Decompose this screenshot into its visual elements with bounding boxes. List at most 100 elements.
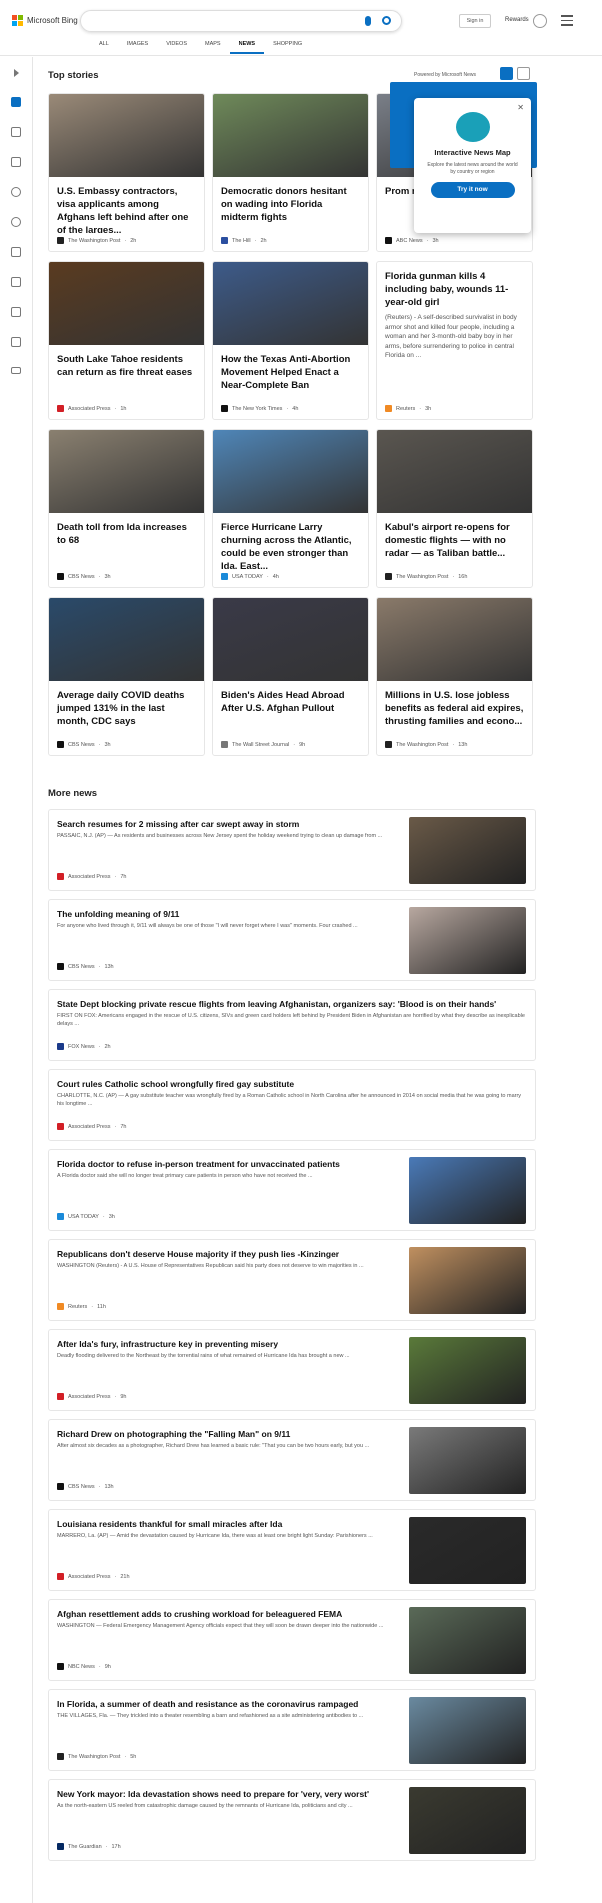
close-icon[interactable]: ✕ xyxy=(517,103,524,112)
globe-icon[interactable] xyxy=(11,217,21,227)
news-image[interactable] xyxy=(409,1337,526,1404)
tab-news[interactable]: NEWS xyxy=(229,40,265,54)
search-input[interactable] xyxy=(80,10,402,32)
news-source: Reuters · 11h xyxy=(57,1303,106,1310)
news-title[interactable]: Court rules Catholic school wrongfully f… xyxy=(57,1079,527,1089)
expand-icon[interactable] xyxy=(14,69,19,77)
news-item[interactable]: Court rules Catholic school wrongfully f… xyxy=(48,1069,536,1141)
story-card[interactable]: Kabul's airport re-opens for domestic fl… xyxy=(376,429,533,588)
news-title[interactable]: State Dept blocking private rescue fligh… xyxy=(57,999,527,1009)
interactive-map-popup: ✕ Interactive News Map Explore the lates… xyxy=(414,98,531,233)
flag-icon[interactable] xyxy=(11,157,21,167)
story-card[interactable]: Average daily COVID deaths jumped 131% i… xyxy=(48,597,205,756)
story-title[interactable]: Democratic donors hesitant on wading int… xyxy=(213,177,368,233)
news-item[interactable]: Louisiana residents thankful for small m… xyxy=(48,1509,536,1591)
news-item[interactable]: Afghan resettlement adds to crushing wor… xyxy=(48,1599,536,1681)
news-image[interactable] xyxy=(409,1247,526,1314)
try-it-now-button[interactable]: Try it now xyxy=(430,182,515,198)
story-card[interactable]: Death toll from Ida increases to 68 CBS N… xyxy=(48,429,205,588)
news-title[interactable]: The unfolding meaning of 9/11 xyxy=(57,909,402,919)
news-title[interactable]: After Ida's fury, infrastructure key in … xyxy=(57,1339,402,1349)
tab-all[interactable]: ALL xyxy=(90,40,118,54)
news-title[interactable]: Richard Drew on photographing the "Falli… xyxy=(57,1429,402,1439)
story-title[interactable]: Biden's Aides Head Abroad After U.S. Afg… xyxy=(213,681,368,737)
story-title[interactable]: Average daily COVID deaths jumped 131% i… xyxy=(49,681,204,737)
news-source: The Guardian · 17h xyxy=(57,1843,121,1850)
story-card[interactable]: Millions in U.S. lose jobless benefits a… xyxy=(376,597,533,756)
story-title[interactable]: Fierce Hurricane Larry churning across t… xyxy=(213,513,368,569)
location-icon[interactable] xyxy=(11,187,21,197)
bank-icon[interactable] xyxy=(11,337,21,347)
hamburger-menu-icon[interactable] xyxy=(561,15,573,29)
story-source: The Hill · 2h xyxy=(221,237,267,244)
news-image[interactable] xyxy=(409,1697,526,1764)
news-snippet: After almost six decades as a photograph… xyxy=(57,1443,370,1449)
news-title[interactable]: Search resumes for 2 missing after car s… xyxy=(57,819,402,829)
story-title[interactable]: Florida gunman kills 4 including baby, w… xyxy=(377,262,532,309)
news-item[interactable]: Search resumes for 2 missing after car s… xyxy=(48,809,536,891)
story-card[interactable]: How the Texas Anti-Abortion Movement Hel… xyxy=(212,261,369,420)
news-item[interactable]: After Ida's fury, infrastructure key in … xyxy=(48,1329,536,1411)
source-name: Associated Press xyxy=(68,1393,111,1400)
signin-button[interactable]: Sign in xyxy=(459,14,491,28)
story-card[interactable]: Fierce Hurricane Larry churning across t… xyxy=(212,429,369,588)
card-icon[interactable] xyxy=(11,367,21,374)
tab-videos[interactable]: VIDEOS xyxy=(157,40,196,54)
separator: · xyxy=(452,573,455,580)
microphone-icon[interactable] xyxy=(365,16,371,26)
news-image[interactable] xyxy=(409,1157,526,1224)
story-card[interactable]: U.S. Embassy contractors, visa applicant… xyxy=(48,93,205,252)
rewards-link[interactable]: Rewards xyxy=(505,17,529,23)
news-image[interactable] xyxy=(409,1517,526,1584)
story-title[interactable]: Kabul's airport re-opens for domestic fl… xyxy=(377,513,532,569)
story-time: 3h xyxy=(104,573,111,580)
story-title[interactable]: Millions in U.S. lose jobless benefits a… xyxy=(377,681,532,737)
map-view-icon[interactable] xyxy=(517,67,530,80)
sparkle-icon[interactable] xyxy=(11,127,21,137)
tab-shopping[interactable]: SHOPPING xyxy=(264,40,311,54)
film-icon[interactable] xyxy=(11,307,21,317)
trophy-icon[interactable] xyxy=(533,14,547,28)
news-snippet: PASSAIC, N.J. (AP) — As residents and bu… xyxy=(57,833,383,839)
scales-icon[interactable] xyxy=(11,247,21,257)
story-card[interactable]: Democratic donors hesitant on wading int… xyxy=(212,93,369,252)
rocket-icon[interactable] xyxy=(11,277,21,287)
news-title[interactable]: Florida doctor to refuse in-person treat… xyxy=(57,1159,402,1169)
news-image[interactable] xyxy=(409,1607,526,1674)
news-image[interactable] xyxy=(409,907,526,974)
news-item[interactable]: In Florida, a summer of death and resist… xyxy=(48,1689,536,1771)
news-image[interactable] xyxy=(409,1787,526,1854)
source-name: Associated Press xyxy=(68,873,111,880)
news-item[interactable]: New York mayor: Ida devastation shows ne… xyxy=(48,1779,536,1861)
news-title[interactable]: New York mayor: Ida devastation shows ne… xyxy=(57,1789,402,1799)
tab-images[interactable]: IMAGES xyxy=(118,40,157,54)
news-image[interactable] xyxy=(409,817,526,884)
tab-maps[interactable]: MAPS xyxy=(196,40,230,54)
grid-view-icon[interactable] xyxy=(500,67,513,80)
home-icon[interactable] xyxy=(11,97,21,107)
news-time: 21h xyxy=(120,1573,130,1580)
story-title[interactable]: Death toll from Ida increases to 68 xyxy=(49,513,204,569)
search-icon[interactable] xyxy=(382,16,391,25)
bing-logo[interactable]: Microsoft Bing xyxy=(12,15,78,26)
news-title[interactable]: Louisiana residents thankful for small m… xyxy=(57,1519,402,1529)
story-title[interactable]: South Lake Tahoe residents can return as… xyxy=(49,345,204,401)
source-name: The Washington Post xyxy=(68,237,121,244)
story-title[interactable]: U.S. Embassy contractors, visa applicant… xyxy=(49,177,204,233)
story-card[interactable]: Biden's Aides Head Abroad After U.S. Afg… xyxy=(212,597,369,756)
story-card[interactable]: Florida gunman kills 4 including baby, w… xyxy=(376,261,533,420)
news-item[interactable]: The unfolding meaning of 9/11 For anyone … xyxy=(48,899,536,981)
news-title[interactable]: In Florida, a summer of death and resist… xyxy=(57,1699,402,1709)
source-logo-icon xyxy=(57,1303,64,1310)
story-card[interactable]: South Lake Tahoe residents can return as… xyxy=(48,261,205,420)
story-title[interactable]: How the Texas Anti-Abortion Movement Hel… xyxy=(213,345,368,401)
news-image[interactable] xyxy=(409,1427,526,1494)
news-title[interactable]: Afghan resettlement adds to crushing wor… xyxy=(57,1609,402,1619)
source-logo-icon xyxy=(385,741,392,748)
source-logo-icon xyxy=(385,237,392,244)
news-item[interactable]: Republicans don't deserve House majority… xyxy=(48,1239,536,1321)
news-item[interactable]: State Dept blocking private rescue fligh… xyxy=(48,989,536,1061)
news-item[interactable]: Florida doctor to refuse in-person treat… xyxy=(48,1149,536,1231)
news-title[interactable]: Republicans don't deserve House majority… xyxy=(57,1249,402,1259)
news-item[interactable]: Richard Drew on photographing the "Falli… xyxy=(48,1419,536,1501)
